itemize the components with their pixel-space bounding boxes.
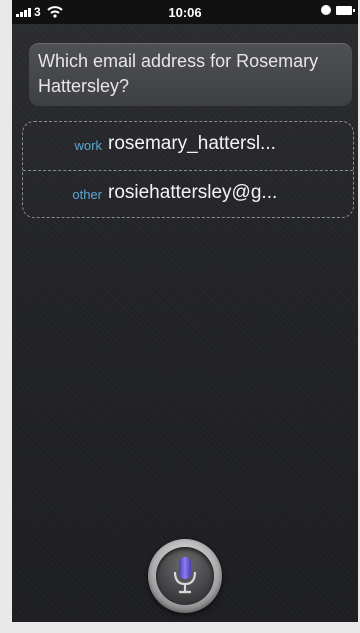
battery-icon — [336, 5, 355, 15]
email-option-type-label: other — [72, 187, 102, 202]
rotation-lock-icon — [321, 5, 331, 15]
email-option-value: rosiehattersley@g... — [108, 182, 278, 203]
email-options-list: work rosemary_hattersl... other rosiehat… — [22, 121, 354, 218]
status-time: 10:06 — [168, 5, 202, 20]
email-option-type-label: work — [74, 138, 102, 153]
mic-button-inner — [156, 547, 214, 605]
siri-microphone-button[interactable] — [148, 539, 222, 613]
siri-screen: 3 10:06 Which email address for Rosemary… — [12, 0, 358, 622]
siri-question-bubble: Which email address for Rosemary Hatters… — [29, 43, 352, 106]
status-right — [321, 5, 355, 15]
microphone-icon — [173, 557, 197, 594]
email-option-other[interactable]: other rosiehattersley@g... — [23, 170, 353, 218]
email-option-work[interactable]: work rosemary_hattersl... — [23, 122, 353, 169]
siri-question-text: Which email address for Rosemary Hatters… — [38, 51, 319, 96]
email-option-value: rosemary_hattersl... — [108, 133, 276, 154]
status-bar: 3 10:06 — [12, 0, 358, 24]
